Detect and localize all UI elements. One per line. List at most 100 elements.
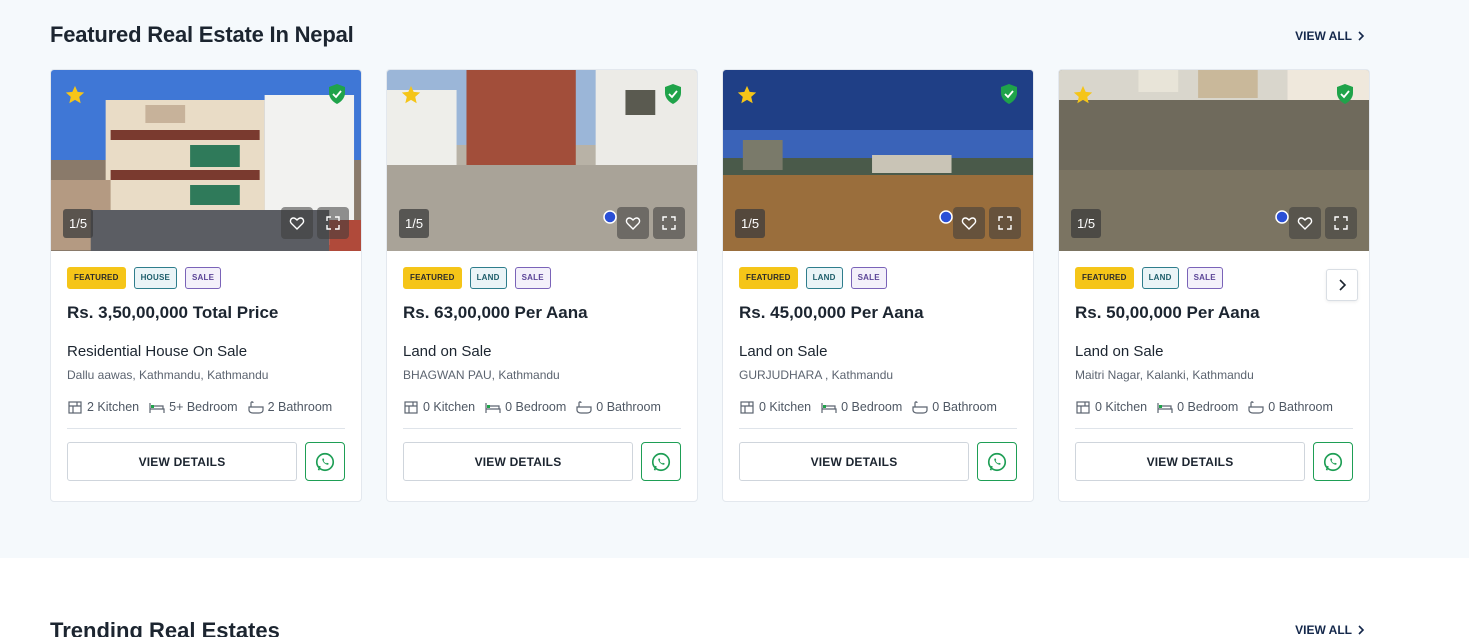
whatsapp-button[interactable] — [1313, 442, 1353, 481]
property-title[interactable]: Land on Sale — [1075, 343, 1353, 360]
tag-list: FEATURED HOUSE SALE — [67, 267, 345, 289]
bed-icon — [821, 403, 837, 413]
favorite-button[interactable] — [1289, 207, 1321, 239]
whatsapp-button[interactable] — [305, 442, 345, 481]
fullscreen-button[interactable] — [989, 207, 1021, 239]
bathroom-count: 0 Bathroom — [1268, 400, 1333, 414]
whatsapp-icon — [651, 452, 671, 471]
favorite-button[interactable] — [617, 207, 649, 239]
kitchen-icon — [68, 401, 82, 414]
carousel-next-button[interactable] — [1326, 269, 1358, 301]
view-details-button[interactable]: VIEW DETAILS — [403, 442, 633, 481]
property-location: BHAGWAN PAU, Kathmandu — [403, 368, 560, 382]
tag-list: FEATURED LAND SALE — [739, 267, 1017, 289]
chevron-right-icon — [1339, 279, 1347, 291]
favorite-button[interactable] — [281, 207, 313, 239]
bathroom-feature: 0 Bathroom — [912, 400, 997, 414]
watermark-logo-icon — [939, 210, 953, 224]
property-title[interactable]: Land on Sale — [739, 343, 1017, 360]
kitchen-count: 2 Kitchen — [87, 400, 140, 414]
property-features: 0 Kitchen 0 Bedroom 0 Bathroom — [403, 400, 681, 414]
whatsapp-icon — [1323, 452, 1343, 471]
property-image[interactable]: 1/5 — [723, 70, 1033, 251]
star-icon — [65, 85, 85, 104]
bathtub-icon — [912, 401, 928, 414]
watermark-logo-icon — [1275, 210, 1289, 224]
chevron-right-icon — [1358, 625, 1365, 635]
image-counter: 1/5 — [399, 209, 430, 238]
property-location: GURJUDHARA , Kathmandu — [739, 368, 894, 382]
star-icon — [401, 85, 421, 104]
view-details-button[interactable]: VIEW DETAILS — [739, 442, 969, 481]
featured-tag: FEATURED — [1075, 267, 1134, 289]
property-image[interactable]: 1/5 — [387, 70, 697, 251]
property-card: 1/5 FEATURED HOUSE SALE Rs. 3,50,00,000 … — [50, 69, 362, 502]
fullscreen-button[interactable] — [653, 207, 685, 239]
bathtub-icon — [576, 401, 592, 414]
favorite-button[interactable] — [953, 207, 985, 239]
heart-icon — [1297, 217, 1313, 230]
whatsapp-icon — [315, 452, 335, 471]
bathtub-icon — [1248, 401, 1264, 414]
bed-icon — [149, 403, 165, 413]
property-features: 0 Kitchen 0 Bedroom 0 Bathroom — [1075, 400, 1353, 414]
view-details-button[interactable]: VIEW DETAILS — [67, 442, 297, 481]
kitchen-count: 0 Kitchen — [759, 400, 812, 414]
property-location: Dallu aawas, Kathmandu, Kathmandu — [67, 368, 269, 382]
section-title: Featured Real Estate In Nepal — [50, 22, 354, 47]
view-all-link[interactable]: VIEW ALL — [1295, 29, 1366, 43]
property-type-tag: HOUSE — [133, 267, 178, 289]
kitchen-icon — [404, 401, 418, 414]
property-carousel: 1/5 FEATURED HOUSE SALE Rs. 3,50,00,000 … — [50, 69, 1370, 502]
fullscreen-button[interactable] — [1325, 207, 1357, 239]
property-image[interactable]: 1/5 — [1059, 70, 1369, 251]
bedroom-feature: 0 Bedroom — [485, 400, 566, 414]
shield-check-icon — [1001, 84, 1017, 104]
listing-type-tag: SALE — [514, 267, 551, 289]
star-icon — [1073, 85, 1093, 104]
fullscreen-button[interactable] — [317, 207, 349, 239]
chevron-right-icon — [1358, 31, 1365, 41]
property-title[interactable]: Residential House On Sale — [67, 343, 345, 360]
bedroom-count: 0 Bedroom — [841, 400, 903, 414]
whatsapp-button[interactable] — [977, 442, 1017, 481]
view-details-button[interactable]: VIEW DETAILS — [1075, 442, 1305, 481]
property-type-tag: LAND — [469, 267, 507, 289]
property-card: 1/5 FEATURED LAND SALE Rs. 50,00,000 Per… — [1058, 69, 1370, 502]
property-type-tag: LAND — [1141, 267, 1179, 289]
card-divider — [1075, 428, 1353, 429]
bathroom-count: 2 Bathroom — [267, 400, 333, 414]
property-title[interactable]: Land on Sale — [403, 343, 681, 360]
bedroom-count: 0 Bedroom — [1177, 400, 1239, 414]
tag-list: FEATURED LAND SALE — [403, 267, 681, 289]
featured-section: Featured Real Estate In Nepal VIEW ALL 1… — [0, 0, 1469, 558]
property-card: 1/5 FEATURED LAND SALE Rs. 63,00,000 Per… — [386, 69, 698, 502]
shield-check-icon — [665, 84, 681, 104]
bed-icon — [1157, 403, 1173, 413]
bathroom-feature: 0 Bathroom — [576, 400, 661, 414]
property-image[interactable]: 1/5 — [51, 70, 361, 251]
heart-icon — [625, 217, 641, 230]
listing-type-tag: SALE — [850, 267, 887, 289]
kitchen-count: 0 Kitchen — [423, 400, 476, 414]
kitchen-icon — [740, 401, 754, 414]
property-card: 1/5 FEATURED LAND SALE Rs. 45,00,000 Per… — [722, 69, 1034, 502]
featured-tag: FEATURED — [739, 267, 798, 289]
heart-icon — [961, 217, 977, 230]
property-price: Rs. 63,00,000 Per Aana — [403, 303, 588, 322]
bathroom-feature: 0 Bathroom — [1248, 400, 1333, 414]
whatsapp-icon — [987, 452, 1007, 471]
bedroom-feature: 0 Bedroom — [821, 400, 902, 414]
kitchen-feature: 2 Kitchen — [67, 400, 139, 414]
property-price: Rs. 50,00,000 Per Aana — [1075, 303, 1260, 322]
whatsapp-button[interactable] — [641, 442, 681, 481]
shield-check-icon — [329, 84, 345, 104]
fullscreen-icon — [998, 216, 1012, 230]
kitchen-feature: 0 Kitchen — [403, 400, 475, 414]
property-price: Rs. 3,50,00,000 Total Price — [67, 303, 279, 322]
kitchen-feature: 0 Kitchen — [739, 400, 811, 414]
bathtub-icon — [247, 401, 264, 414]
trending-view-all-link[interactable]: VIEW ALL — [1295, 623, 1366, 637]
fullscreen-icon — [1334, 216, 1348, 230]
kitchen-feature: 0 Kitchen — [1075, 400, 1147, 414]
